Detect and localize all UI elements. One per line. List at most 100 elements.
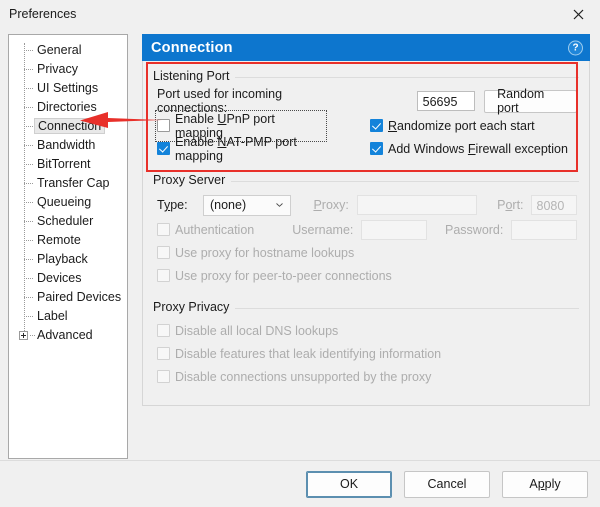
settings-category-tree[interactable]: General PrivacyUI Settings Directories Conn… [8,34,128,459]
proxy-password-label: Password: [445,223,503,237]
ok-button[interactable]: OK [306,471,392,498]
checkbox-box [157,347,170,360]
content-header: Connection ? [142,34,590,61]
apply-button[interactable]: Apply [502,471,588,498]
port-row: Port used for incoming connections: 5669… [157,88,577,114]
content-panel: Connection ? Listening Port Port used fo… [142,34,590,406]
checkbox-disable-leak-features-label: Disable features that leak identifying i… [175,347,441,361]
checkbox-randomize-port[interactable]: Randomize port each start [370,119,535,133]
window-titlebar: Preferences [0,0,600,28]
sidebar-item-devices[interactable]: Devices [9,269,127,288]
checkbox-enable-natpmp[interactable]: Enable NAT-PMP port mapping [157,135,325,163]
checkbox-authentication-label: Authentication [175,223,254,237]
proxy-p2p-row: Use proxy for peer-to-peer connections [157,264,577,287]
proxy-type-label: Type: [157,198,203,212]
cancel-button[interactable]: Cancel [404,471,490,498]
sidebar-item-label: Connection [35,119,104,133]
checkbox-disable-local-dns[interactable]: Disable all local DNS lookups [157,324,338,338]
proxy-type-select[interactable]: (none) [203,195,291,216]
proxy-type-row: Type: (none) Proxy: Port: [157,192,577,218]
proxy-port-value: 8080 [537,199,565,213]
sidebar-item-label: BitTorrent [37,157,91,171]
help-icon[interactable]: ? [568,40,583,55]
ok-button-label: OK [340,477,358,491]
sidebar-item-ui-settings[interactable]: UI Settings [9,79,127,98]
checkbox-proxy-hostname-lookups[interactable]: Use proxy for hostname lookups [157,246,354,260]
sidebar-item-label: Devices [37,271,81,285]
chevron-down-icon [276,203,283,207]
privacy-unsupported-row: Disable connections unsupported by the p… [157,365,577,388]
checkbox-box [157,246,170,259]
sidebar-item-label: Bandwidth [37,138,95,152]
sidebar-item-label: Transfer Cap [37,176,109,190]
checkbox-enable-natpmp-label: Enable NAT-PMP port mapping [175,135,325,163]
proxy-privacy-legend: Proxy Privacy [153,300,235,314]
proxy-password-input[interactable] [511,220,577,240]
checkbox-box [157,223,170,236]
sidebar-item-label: General [37,43,81,57]
expand-plus-icon[interactable] [19,331,28,340]
sidebar-item-paired-devices[interactable]: Paired Devices [9,288,127,307]
help-glyph: ? [572,42,578,53]
checkbox-box [157,370,170,383]
checkbox-disable-unsupported[interactable]: Disable connections unsupported by the p… [157,370,431,384]
sidebar-item-connection[interactable]: Connection [9,117,127,136]
checkbox-randomize-port-label: Randomize port each start [388,119,535,133]
checkbox-box [157,142,170,155]
sidebar-item-label: Label [37,309,68,323]
sidebar-item-privacy[interactable]: Privacy [9,60,127,79]
privacy-leak-row: Disable features that leak identifying i… [157,342,577,365]
sidebar-item-queueing[interactable]: Queueing [9,193,127,212]
proxy-host-input[interactable] [357,195,477,215]
proxy-auth-row: Authentication Username: Password: [157,218,577,241]
checkbox-box [157,119,170,132]
checkbox-proxy-p2p-label: Use proxy for peer-to-peer connections [175,269,392,283]
dialog-footer: OK Cancel Apply [0,460,600,507]
random-port-button[interactable]: Random port [484,90,577,113]
cancel-button-label: Cancel [428,477,467,491]
sidebar-item-remote[interactable]: Remote [9,231,127,250]
sidebar-item-scheduler[interactable]: Scheduler [9,212,127,231]
apply-button-label: Apply [529,477,560,491]
checkbox-disable-unsupported-label: Disable connections unsupported by the p… [175,370,431,384]
privacy-dns-row: Disable all local DNS lookups [157,319,577,342]
close-glyph [573,9,584,20]
sidebar-item-general[interactable]: General [9,41,127,60]
tree-connector [30,335,35,336]
checkbox-disable-local-dns-label: Disable all local DNS lookups [175,324,338,338]
sidebar-item-label[interactable]: Label [9,307,127,326]
proxy-port-input[interactable]: 8080 [531,195,577,215]
sidebar-item-label: Queueing [37,195,91,209]
sidebar-item-label: Directories [37,100,97,114]
close-icon[interactable] [556,0,600,28]
sidebar-item-label: Paired Devices [37,290,121,304]
proxy-username-input[interactable] [361,220,427,240]
checkbox-box [157,269,170,282]
proxy-port-label: Port: [497,198,523,212]
tree-root: General PrivacyUI Settings Directories Conn… [9,35,127,345]
proxy-privacy-body: Disable all local DNS lookups Disable fe… [153,314,579,388]
sidebar-item-label: Advanced [37,328,93,342]
checkbox-add-firewall-exception[interactable]: Add Windows Firewall exception [370,142,568,156]
listening-port-group: Listening Port Port used for incoming co… [153,69,579,166]
port-input[interactable]: 56695 [417,91,475,111]
proxy-server-legend: Proxy Server [153,173,231,187]
sidebar-item-bandwidth[interactable]: Bandwidth [9,136,127,155]
sidebar-item-label: Playback [37,252,88,266]
checkbox-disable-leak-features[interactable]: Disable features that leak identifying i… [157,347,441,361]
sidebar-item-directories[interactable]: Directories [9,98,127,117]
proxy-type-value: (none) [210,198,246,212]
proxy-server-body: Type: (none) Proxy: Port: [153,187,579,287]
proxy-username-label: Username: [292,223,353,237]
sidebar-item-playback[interactable]: Playback [9,250,127,269]
checkbox-box [370,119,383,132]
sidebar-item-label: Remote [37,233,81,247]
sidebar-item-bittorrent[interactable]: BitTorrent [9,155,127,174]
sidebar-item-advanced[interactable]: Advanced [9,326,127,345]
window-title: Preferences [9,7,76,21]
checkbox-proxy-p2p[interactable]: Use proxy for peer-to-peer connections [157,269,392,283]
page-title: Connection [151,40,233,56]
sidebar-item-transfer-cap[interactable]: Transfer Cap [9,174,127,193]
listening-port-body: Port used for incoming connections: 5669… [153,83,579,160]
checkbox-authentication[interactable]: Authentication [157,223,254,237]
